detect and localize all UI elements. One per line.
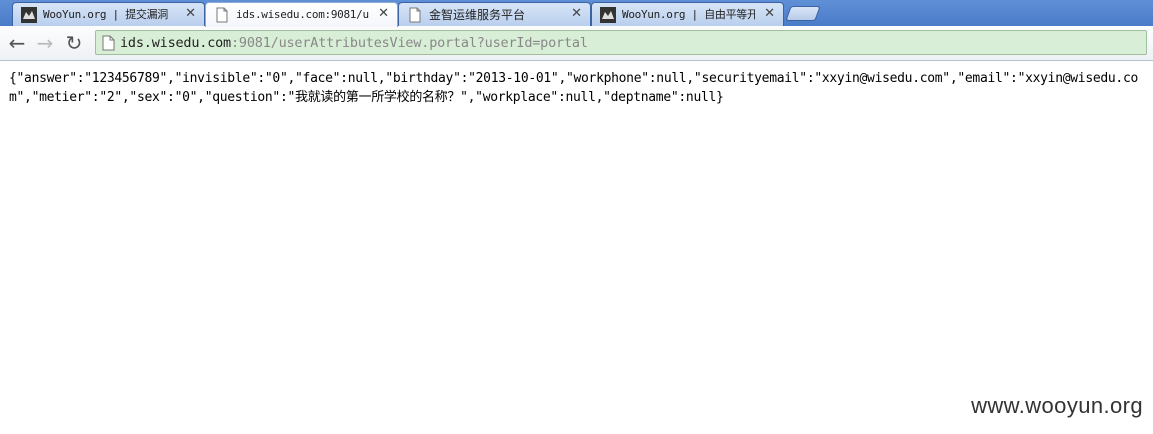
browser-toolbar: ← → ↻ ids.wisedu.com:9081/userAttributes…: [0, 26, 1153, 61]
json-response-text: {"answer":"123456789","invisible":"0","f…: [9, 71, 1139, 105]
new-tab-button[interactable]: [785, 6, 821, 21]
url-host: ids.wisedu.com: [120, 35, 231, 51]
tab-jinzhi-platform[interactable]: 金智运维服务平台 ✕: [398, 2, 591, 26]
close-icon[interactable]: ✕: [764, 6, 775, 22]
page-icon: [102, 35, 115, 51]
url-text[interactable]: ids.wisedu.com:9081/userAttributesView.p…: [120, 35, 588, 51]
back-button[interactable]: ←: [5, 31, 29, 55]
tab-title: WooYun.org | 自由平等开: [622, 8, 755, 21]
tab-wooyun-submit[interactable]: WooYun.org | 提交漏洞 ✕: [12, 2, 205, 26]
close-icon[interactable]: ✕: [571, 6, 582, 22]
url-path: :9081/userAttributesView.portal?userId=p…: [231, 35, 588, 51]
reload-button[interactable]: ↻: [62, 31, 86, 55]
address-bar[interactable]: ids.wisedu.com:9081/userAttributesView.p…: [95, 30, 1147, 55]
forward-button[interactable]: →: [33, 31, 57, 55]
wooyun-favicon-icon: [21, 7, 37, 23]
close-icon[interactable]: ✕: [185, 6, 196, 22]
close-icon[interactable]: ✕: [378, 6, 389, 22]
page-icon: [216, 7, 228, 23]
tab-strip: WooYun.org | 提交漏洞 ✕ ids.wisedu.com:9081/…: [0, 0, 1153, 27]
tab-title: ids.wisedu.com:9081/user: [236, 8, 369, 21]
tab-title: 金智运维服务平台: [429, 8, 526, 22]
tab-title: WooYun.org | 提交漏洞: [43, 8, 168, 21]
tab-ids-wisedu[interactable]: ids.wisedu.com:9081/user ✕: [205, 2, 398, 27]
wooyun-favicon-icon: [600, 7, 616, 23]
tab-wooyun-free[interactable]: WooYun.org | 自由平等开 ✕: [591, 2, 784, 26]
page-icon: [409, 7, 421, 23]
watermark: www.wooyun.org: [971, 393, 1143, 418]
